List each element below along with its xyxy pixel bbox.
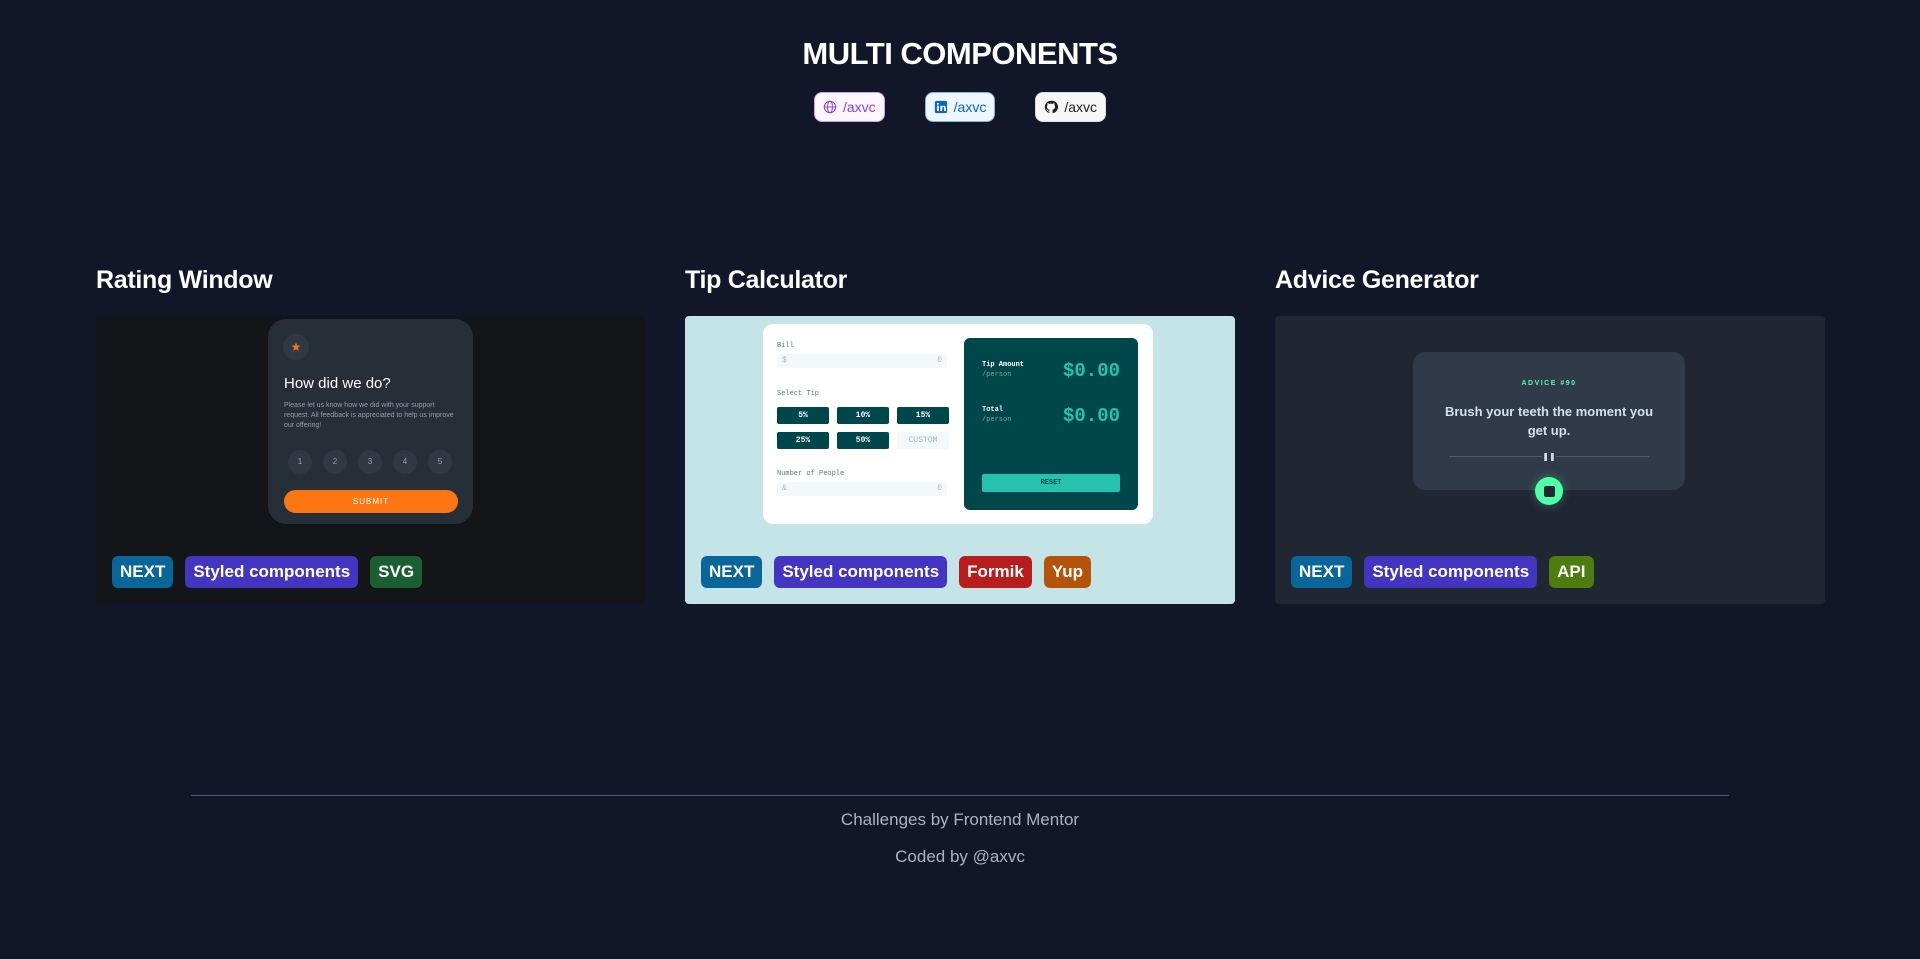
tip-option: 50% (837, 432, 889, 449)
tag-next: NEXT (1291, 556, 1353, 588)
rating-heading: How did we do? (284, 375, 391, 392)
advice-quote: Brush your teeth the moment you get up. (1444, 404, 1654, 438)
people-input-preview: & 0 (777, 482, 947, 496)
tip-custom-option: CUSTOM (897, 432, 949, 449)
rating-option: 3 (358, 450, 382, 474)
total-value: $0.00 (1062, 405, 1120, 427)
dollar-icon: $ (782, 356, 787, 365)
select-tip-label: Select Tip (777, 390, 820, 398)
rating-text: Please let us know how we did with your … (284, 402, 454, 429)
tip-option: 5% (777, 407, 829, 424)
tip-panel: Bill $ 0 Select Tip 5% 10% 15% 25% 50% C… (763, 324, 1153, 524)
linkedin-link[interactable]: /axvc (924, 92, 996, 122)
submit-button-preview: SUBMIT (284, 490, 458, 513)
tag-list: NEXT Styled components Formik Yup (701, 556, 1092, 588)
pause-icon: ❚❚ (1542, 452, 1556, 461)
tip-preview[interactable]: Bill $ 0 Select Tip 5% 10% 15% 25% 50% C… (685, 316, 1235, 604)
advice-panel: ADVICE #90 Brush your teeth the moment y… (1413, 352, 1685, 490)
per-person-label: /person (982, 371, 1012, 379)
footer-credits: Challenges by Frontend Mentor (840, 810, 1080, 829)
tag-styled-components: Styled components (774, 556, 948, 588)
rating-option: 4 (393, 450, 417, 474)
bill-label: Bill (777, 342, 794, 350)
website-link-label: /axvc (842, 99, 876, 115)
tag-next: NEXT (701, 556, 763, 588)
github-link-label: /axvc (1064, 99, 1098, 115)
page-footer: Challenges by Frontend Mentor Coded by @… (191, 795, 1729, 867)
rating-preview[interactable]: ★ How did we do? Please let us know how … (96, 316, 646, 604)
tip-option: 10% (837, 407, 889, 424)
star-icon: ★ (283, 334, 309, 360)
tag-styled-components: Styled components (185, 556, 359, 588)
card-tip-calculator[interactable]: Tip Calculator Bill $ 0 Select Tip 5% 10… (685, 266, 1235, 604)
rating-options: 1 2 3 4 5 (288, 450, 452, 474)
tip-result-panel: Tip Amount /person $0.00 Total /person $… (964, 338, 1138, 510)
tag-formik: Formik (959, 556, 1032, 588)
rating-option: 5 (428, 450, 452, 474)
people-value: 0 (937, 484, 942, 493)
advice-number: ADVICE #90 (1521, 380, 1577, 387)
page-header: MULTI COMPONENTS /axvc /axvc /axvc (0, 36, 1920, 122)
tag-api: API (1549, 556, 1594, 588)
total-label: Total (982, 406, 1004, 414)
card-title: Rating Window (96, 266, 273, 294)
dice-icon (1535, 477, 1563, 505)
rating-option: 1 (288, 450, 312, 474)
tip-amount-label: Tip Amount (982, 361, 1025, 369)
tip-option: 25% (777, 432, 829, 449)
footer-coded-by: Coded by @axvc (895, 847, 1025, 866)
page-title: MULTI COMPONENTS (802, 36, 1118, 71)
globe-icon (823, 100, 837, 114)
people-label: Number of People (777, 470, 845, 478)
bill-input-preview: $ 0 (777, 354, 947, 368)
tag-svg: SVG (370, 556, 423, 588)
card-title: Tip Calculator (685, 266, 848, 294)
tip-option: 15% (897, 407, 949, 424)
tag-list: NEXT Styled components SVG (112, 556, 423, 588)
rating-option: 2 (323, 450, 347, 474)
tag-styled-components: Styled components (1364, 556, 1538, 588)
website-link[interactable]: /axvc (813, 92, 885, 122)
github-icon (1045, 100, 1059, 114)
person-icon: & (782, 484, 787, 493)
rating-panel: ★ How did we do? Please let us know how … (268, 319, 473, 524)
social-links: /axvc /axvc /axvc (0, 92, 1920, 122)
card-advice-generator[interactable]: Advice Generator ADVICE #90 Brush your t… (1275, 266, 1825, 604)
linkedin-icon (934, 100, 947, 114)
reset-button-preview: RESET (982, 474, 1120, 492)
tag-yup: Yup (1043, 556, 1092, 588)
tip-amount-value: $0.00 (1062, 360, 1120, 382)
card-title: Advice Generator (1275, 266, 1479, 294)
advice-preview[interactable]: ADVICE #90 Brush your teeth the moment y… (1275, 316, 1825, 604)
github-link[interactable]: /axvc (1035, 92, 1107, 122)
card-rating-window[interactable]: Rating Window ★ How did we do? Please le… (96, 266, 646, 604)
bill-value: 0 (937, 356, 942, 365)
tag-next: NEXT (112, 556, 174, 588)
per-person-label: /person (982, 416, 1012, 424)
tag-list: NEXT Styled components API (1291, 556, 1594, 588)
linkedin-link-label: /axvc (953, 99, 987, 115)
